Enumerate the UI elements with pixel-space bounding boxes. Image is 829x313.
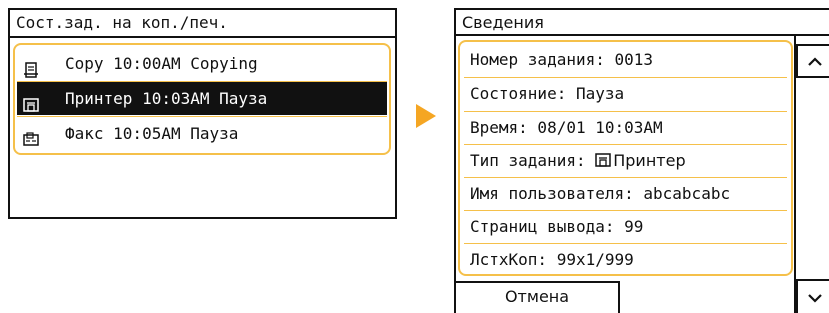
- panel-title: Сведения: [454, 8, 829, 36]
- job-row-printer[interactable]: Принтер 10:03AM Пауза: [17, 82, 387, 115]
- copy-icon: [23, 56, 39, 78]
- detail-pages-output: Страниц вывода: 99: [470, 217, 644, 236]
- scroll-down-button[interactable]: [796, 279, 829, 313]
- job-row-label: Copy 10:00AM Copying: [65, 54, 258, 73]
- printer-icon: [23, 91, 39, 112]
- job-row-label: Факс 10:05AM Пауза: [65, 124, 239, 143]
- chevron-down-icon: [807, 288, 823, 307]
- detail-job-number: Номер задания: 0013: [470, 50, 654, 69]
- detail-value: Принтер: [613, 151, 686, 170]
- detail-time: Время: 08/01 10:03AM: [470, 118, 663, 137]
- job-status-panel: Сост.зад. на коп./печ. Copy 10:00AM Copy…: [8, 8, 397, 219]
- printer-icon: [595, 146, 611, 167]
- detail-sheets-copies: ЛстхКоп: 99x1/999: [470, 250, 634, 269]
- cancel-button[interactable]: Отмена: [454, 281, 620, 313]
- chevron-up-icon: [807, 52, 823, 71]
- panel-title: Сост.зад. на коп./печ.: [10, 10, 395, 38]
- job-row-copy[interactable]: Copy 10:00AM Copying: [17, 47, 387, 80]
- job-row-fax[interactable]: Факс 10:05AM Пауза: [17, 117, 387, 150]
- detail-user-name: Имя пользователя: abcabcabc: [470, 184, 731, 203]
- detail-status: Состояние: Пауза: [470, 84, 625, 103]
- detail-label: Тип задания:: [470, 151, 596, 170]
- arrow-right-icon: [416, 104, 436, 128]
- fax-icon: [23, 126, 39, 146]
- job-row-label: Принтер 10:03AM Пауза: [65, 89, 268, 108]
- scroll-up-button[interactable]: [796, 44, 829, 78]
- job-list-highlight-frame: Copy 10:00AM Copying Принтер 10:03AM Пау…: [13, 43, 391, 155]
- detail-job-type: Тип задания: Принтер: [470, 144, 788, 177]
